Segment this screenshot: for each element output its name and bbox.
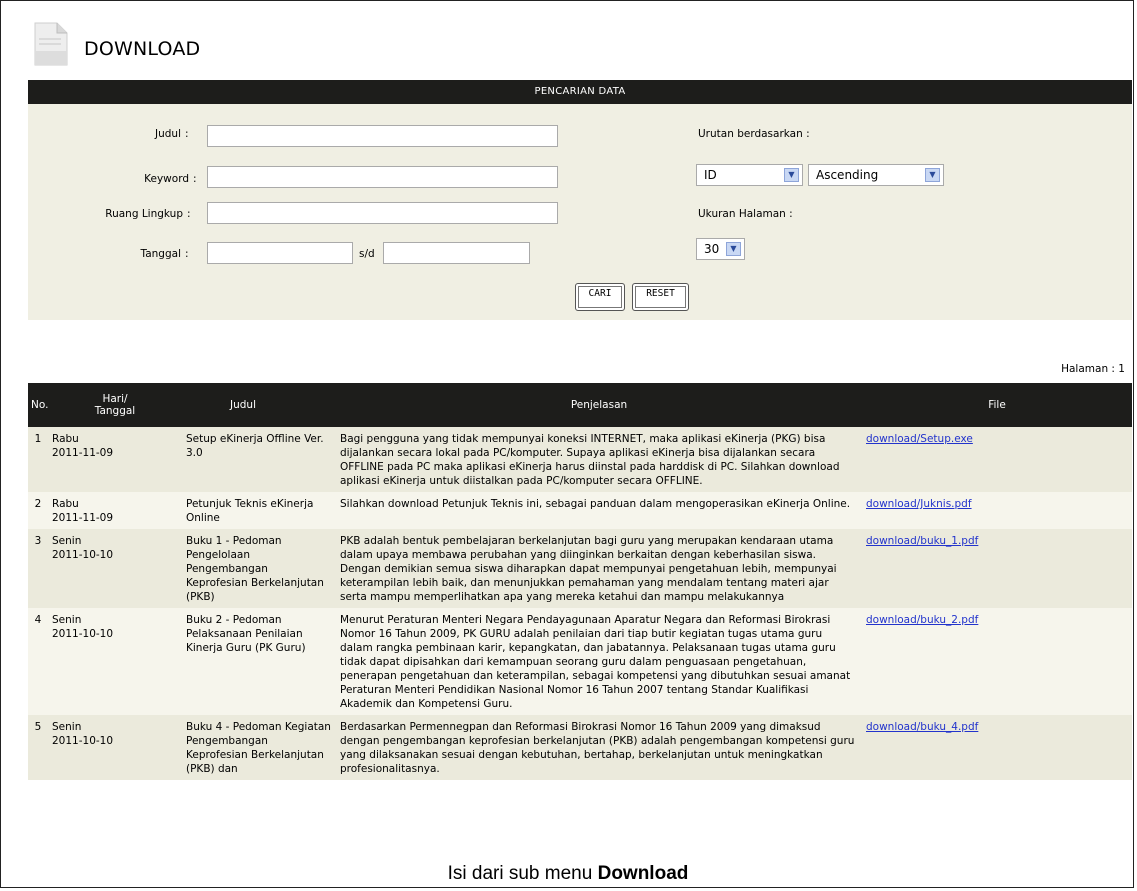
row-no: 5 <box>28 715 48 780</box>
date-range-separator: s/d <box>359 248 375 260</box>
figure-caption: Isi dari sub menu Download <box>1 863 1135 885</box>
row-date: Senin 2011-10-10 <box>48 529 182 608</box>
row-file: download/buku_4.pdf <box>862 715 1132 780</box>
page-title: DOWNLOAD <box>84 38 201 60</box>
table-header-row: No. Hari/ Tanggal Judul Penjelasan File <box>28 383 1132 427</box>
row-title: Petunjuk Teknis eKinerja Online <box>182 492 336 529</box>
row-date-value: 2011-11-09 <box>52 512 114 524</box>
sort-field-select[interactable]: ID ▼ <box>696 164 803 186</box>
row-date-value: 2011-10-10 <box>52 735 114 747</box>
header-no: No. <box>28 383 48 427</box>
page-size-label: Ukuran Halaman : <box>698 208 793 220</box>
row-desc: PKB adalah bentuk pembelajaran berkelanj… <box>336 529 862 608</box>
header-title: Judul <box>182 383 336 427</box>
ruang-lingkup-input[interactable] <box>207 202 558 224</box>
row-title: Buku 4 - Pedoman Kegiatan Pengembangan K… <box>182 715 336 780</box>
tanggal-label: Tanggal <box>140 248 181 260</box>
reset-button[interactable]: RESET <box>632 283 689 311</box>
ruang-lingkup-label: Ruang Lingkup <box>105 208 183 220</box>
header-desc: Penjelasan <box>336 383 862 427</box>
caption-prefix: Isi dari sub menu <box>447 863 598 884</box>
row-title: Buku 1 - Pedoman Pengelolaan Pengembanga… <box>182 529 336 608</box>
judul-input[interactable] <box>207 125 558 147</box>
ruang-lingkup-colon: : <box>187 208 191 220</box>
row-date-value: 2011-10-10 <box>52 549 114 561</box>
results-table: No. Hari/ Tanggal Judul Penjelasan File … <box>28 383 1132 780</box>
row-date: Rabu 2011-11-09 <box>48 492 182 529</box>
row-file: download/Juknis.pdf <box>862 492 1132 529</box>
caption-bold: Download <box>597 863 689 884</box>
header-date-line2: Tanggal <box>94 405 136 417</box>
row-day: Senin <box>52 721 82 733</box>
sort-field-value: ID <box>704 168 717 182</box>
tanggal-from-input[interactable] <box>207 242 353 264</box>
search-button[interactable]: CARI <box>575 283 625 311</box>
header-file: File <box>862 383 1132 427</box>
row-date-value: 2011-10-10 <box>52 628 114 640</box>
page-size-value: 30 <box>704 242 720 256</box>
chevron-down-icon: ▼ <box>726 242 741 256</box>
keyword-input[interactable] <box>207 166 558 188</box>
row-day: Senin <box>52 535 82 547</box>
row-file: download/buku_2.pdf <box>862 608 1132 715</box>
row-day: Senin <box>52 614 82 626</box>
row-desc: Silahkan download Petunjuk Teknis ini, s… <box>336 492 862 529</box>
row-desc: Menurut Peraturan Menteri Negara Pendaya… <box>336 608 862 715</box>
table-row: 3 Senin 2011-10-10 Buku 1 - Pedoman Peng… <box>28 529 1132 608</box>
row-file: download/buku_1.pdf <box>862 529 1132 608</box>
row-desc: Bagi pengguna yang tidak mempunyai konek… <box>336 427 862 492</box>
sort-label: Urutan berdasarkan : <box>698 128 810 140</box>
row-title: Buku 2 - Pedoman Pelaksanaan Penilaian K… <box>182 608 336 715</box>
row-date: Senin 2011-10-10 <box>48 608 182 715</box>
row-day: Rabu <box>52 498 79 510</box>
judul-colon: : <box>185 128 189 140</box>
row-desc: Berdasarkan Permennegpan dan Reformasi B… <box>336 715 862 780</box>
table-row: 5 Senin 2011-10-10 Buku 4 - Pedoman Kegi… <box>28 715 1132 780</box>
download-link[interactable]: download/Setup.exe <box>866 433 973 445</box>
screenshot-frame: DOWNLOAD PENCARIAN DATA Judul : Keyword … <box>0 0 1134 888</box>
keyword-label: Keyword <box>144 173 189 185</box>
sort-order-value: Ascending <box>816 168 879 182</box>
pagination-label: Halaman : 1 <box>1061 363 1125 375</box>
row-no: 1 <box>28 427 48 492</box>
page-size-select[interactable]: 30 ▼ <box>696 238 745 260</box>
row-file: download/Setup.exe <box>862 427 1132 492</box>
document-icon <box>34 22 68 66</box>
chevron-down-icon: ▼ <box>925 168 940 182</box>
row-title: Setup eKinerja Offline Ver. 3.0 <box>182 427 336 492</box>
row-date: Rabu 2011-11-09 <box>48 427 182 492</box>
download-link[interactable]: download/Juknis.pdf <box>866 498 972 510</box>
table-row: 1 Rabu 2011-11-09 Setup eKinerja Offline… <box>28 427 1132 492</box>
header-date-line1: Hari/ <box>102 393 128 405</box>
search-panel-title: PENCARIAN DATA <box>28 80 1132 104</box>
tanggal-to-input[interactable] <box>383 242 530 264</box>
row-date: Senin 2011-10-10 <box>48 715 182 780</box>
row-date-value: 2011-11-09 <box>52 447 114 459</box>
keyword-colon: : <box>193 173 197 185</box>
row-no: 3 <box>28 529 48 608</box>
row-no: 4 <box>28 608 48 715</box>
chevron-down-icon: ▼ <box>784 168 799 182</box>
download-link[interactable]: download/buku_4.pdf <box>866 721 978 733</box>
judul-label: Judul <box>155 128 181 140</box>
download-link[interactable]: download/buku_2.pdf <box>866 614 978 626</box>
header-date: Hari/ Tanggal <box>48 383 182 427</box>
tanggal-colon: : <box>185 248 189 260</box>
table-row: 4 Senin 2011-10-10 Buku 2 - Pedoman Pela… <box>28 608 1132 715</box>
sort-order-select[interactable]: Ascending ▼ <box>808 164 944 186</box>
row-no: 2 <box>28 492 48 529</box>
row-day: Rabu <box>52 433 79 445</box>
download-link[interactable]: download/buku_1.pdf <box>866 535 978 547</box>
table-row: 2 Rabu 2011-11-09 Petunjuk Teknis eKiner… <box>28 492 1132 529</box>
